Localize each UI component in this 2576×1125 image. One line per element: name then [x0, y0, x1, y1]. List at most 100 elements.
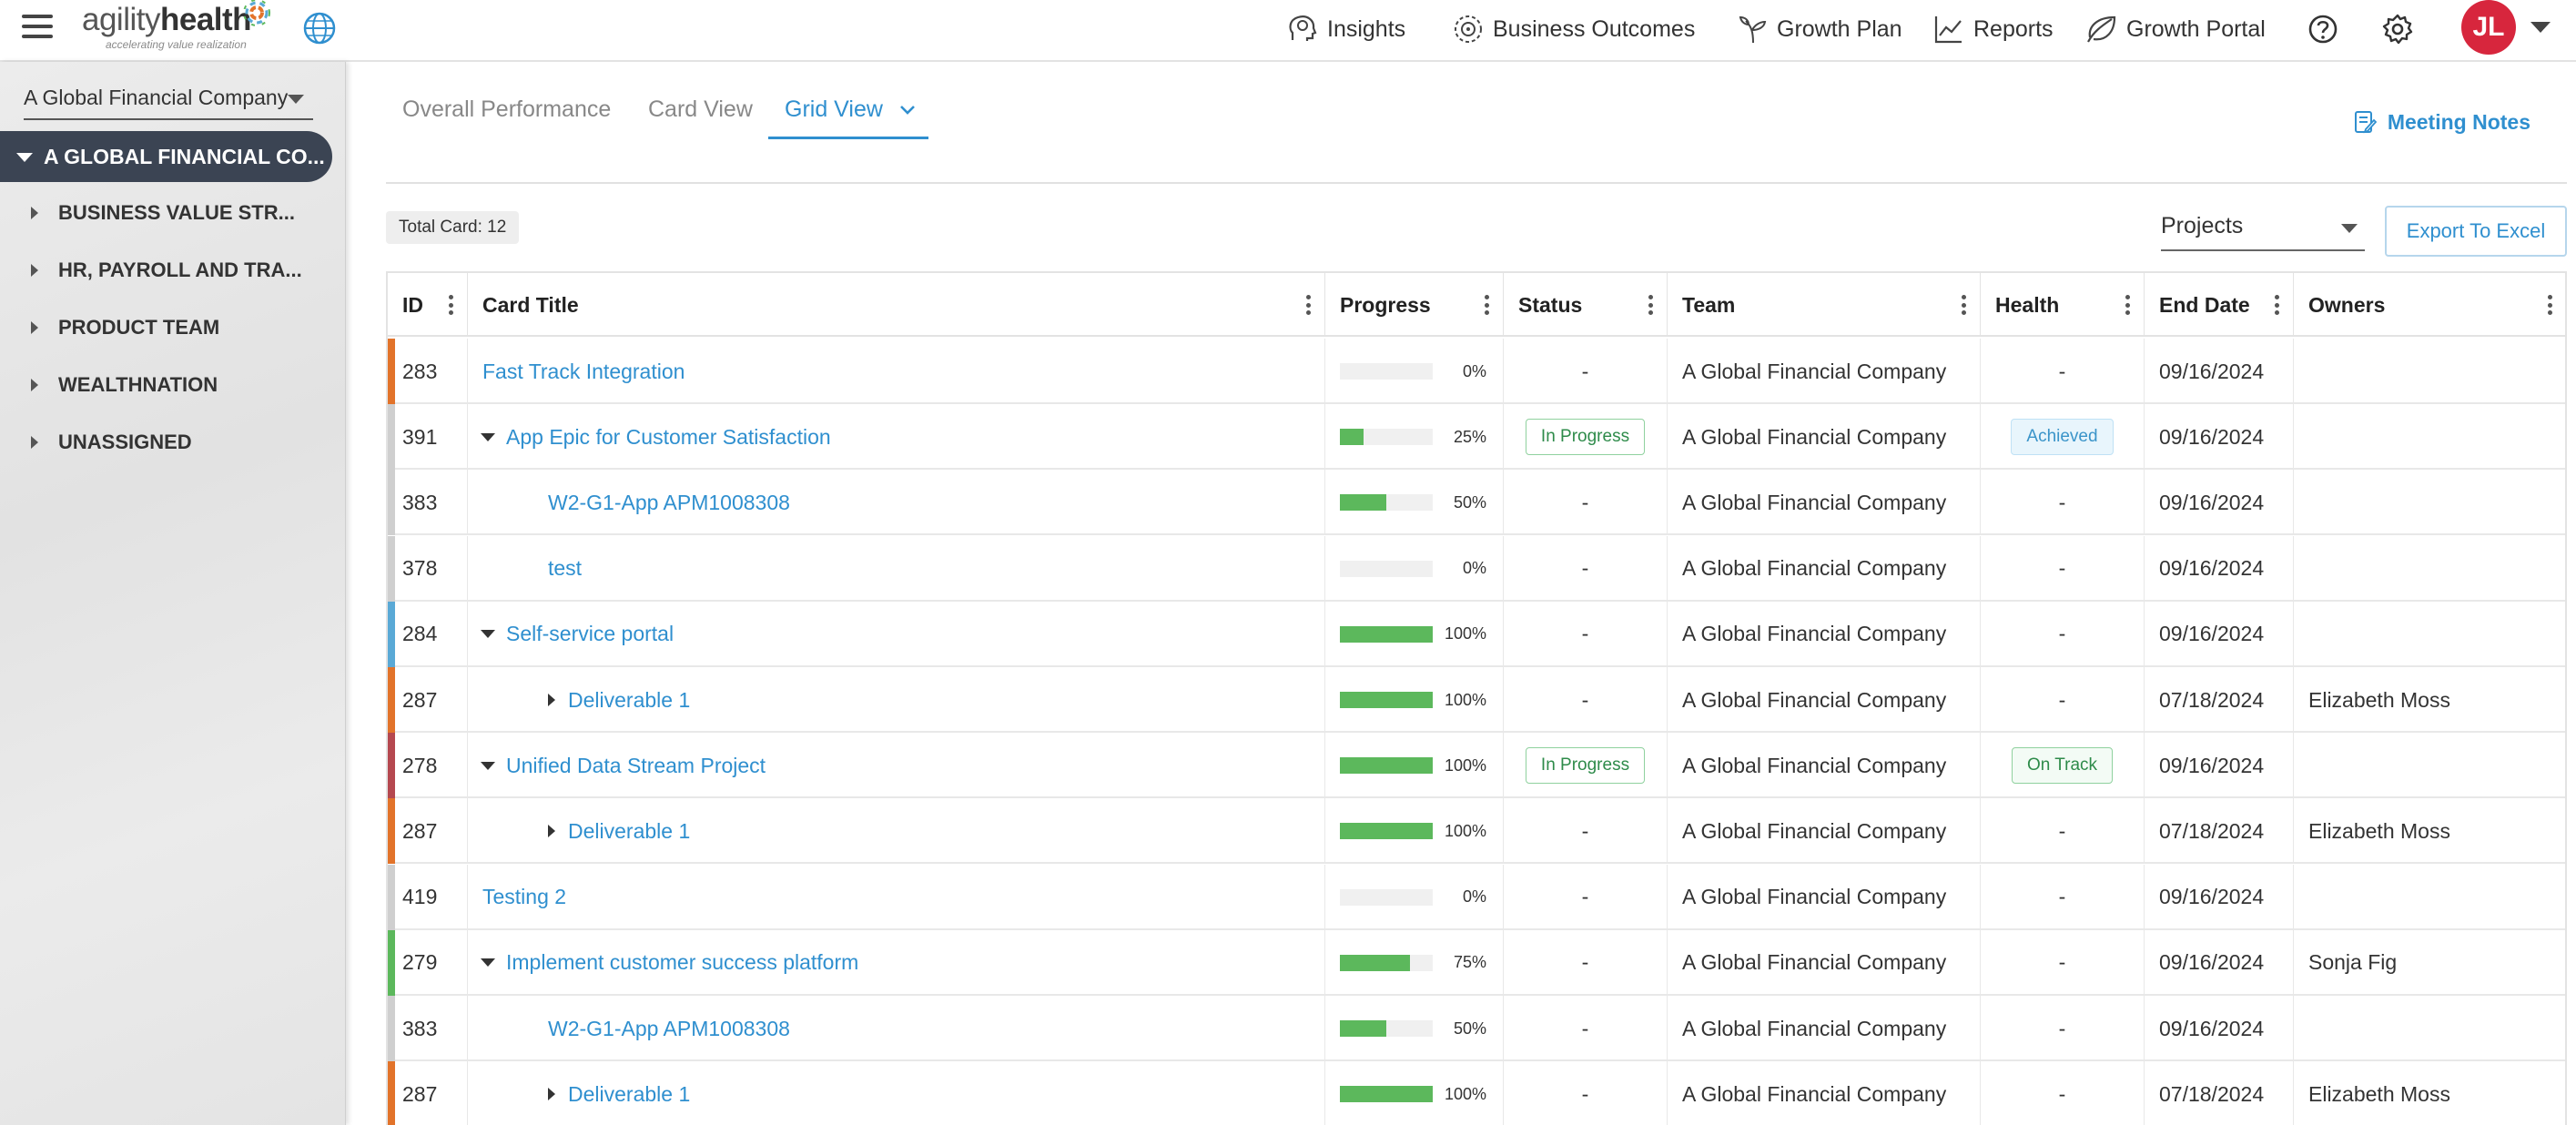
table-row[interactable]: 419 Testing 2 0% - A Global Financial Compan… [388, 864, 2565, 930]
tree-item-business-value-stream[interactable]: BUSINESS VALUE STR... [0, 190, 328, 236]
card-title-link[interactable]: Unified Data Stream Project [506, 754, 766, 778]
column-header-owners[interactable]: Owners [2294, 273, 2565, 337]
nav-growth-plan[interactable]: Growth Plan [1737, 0, 1902, 58]
gear-icon[interactable] [2381, 13, 2414, 46]
card-title-link[interactable]: Deliverable 1 [568, 1082, 690, 1107]
cell-card-title[interactable]: W2-G1-App APM1008308 [468, 470, 1325, 536]
table-row[interactable]: 287 Deliverable 1 100% - A Global Financial … [388, 798, 2565, 865]
collapse-caret-icon[interactable] [481, 761, 495, 770]
progress-bar [1340, 363, 1433, 380]
chevron-down-icon[interactable] [898, 104, 917, 117]
caret-right-icon[interactable] [31, 207, 38, 219]
column-menu-icon[interactable] [2125, 295, 2131, 315]
expand-caret-icon[interactable] [548, 694, 555, 706]
caret-right-icon[interactable] [31, 436, 38, 449]
tree-item-unassigned[interactable]: UNASSIGNED [0, 420, 328, 465]
cell-card-title[interactable]: Fast Track Integration [468, 339, 1325, 404]
card-title-link[interactable]: Deliverable 1 [568, 688, 690, 713]
column-header-progress[interactable]: Progress [1325, 273, 1504, 337]
cell-card-title[interactable]: Deliverable 1 [468, 1061, 1325, 1125]
cell-status: - [1504, 798, 1668, 865]
cell-owners: Elizabeth Moss [2308, 1081, 2450, 1106]
hamburger-menu-icon[interactable] [22, 15, 53, 42]
card-title-link[interactable]: Deliverable 1 [568, 819, 690, 844]
table-row[interactable]: 287 Deliverable 1 100% - A Global Financial … [388, 1061, 2565, 1125]
nav-growth-portal[interactable]: Growth Portal [2084, 0, 2266, 58]
cell-card-title[interactable]: Deliverable 1 [468, 667, 1325, 733]
card-title-link[interactable]: Testing 2 [482, 885, 566, 909]
column-menu-icon[interactable] [449, 295, 454, 315]
cell-progress: 100% [1325, 601, 1504, 667]
cell-owners [2294, 996, 2565, 1061]
tree-root-item[interactable]: A GLOBAL FINANCIAL CO... [0, 131, 332, 182]
column-header-health[interactable]: Health [1981, 273, 2145, 337]
column-menu-icon[interactable] [2548, 295, 2553, 315]
table-row[interactable]: 287 Deliverable 1 100% - A Global Financial … [388, 667, 2565, 733]
cell-card-title[interactable]: Unified Data Stream Project [468, 733, 1325, 799]
cell-card-title[interactable]: Testing 2 [468, 864, 1325, 930]
progress-bar-fill [1340, 625, 1433, 643]
table-row[interactable]: 278 Unified Data Stream Project 100% In Pro… [388, 733, 2565, 799]
cell-card-title[interactable]: Deliverable 1 [468, 798, 1325, 865]
tree-item-hr-payroll[interactable]: HR, PAYROLL AND TRA... [0, 248, 328, 293]
company-select[interactable]: A Global Financial Company [24, 75, 313, 120]
cell-card-title[interactable]: Implement customer success platform [468, 929, 1325, 996]
column-header-team[interactable]: Team [1668, 273, 1981, 337]
column-header-status[interactable]: Status [1504, 273, 1668, 337]
tree-item-wealthnation[interactable]: WEALTHNATION [0, 362, 328, 408]
table-row[interactable]: 383 W2-G1-App APM1008308 50% - A Global Fina… [388, 470, 2565, 536]
nav-business-outcomes[interactable]: Business Outcomes [1453, 0, 1695, 58]
globe-icon[interactable] [302, 11, 337, 46]
column-header-card-title[interactable]: Card Title [468, 273, 1325, 337]
card-title-link[interactable]: Implement customer success platform [506, 950, 858, 975]
tab-card-view[interactable]: Card View [648, 96, 753, 123]
table-row[interactable]: 383 W2-G1-App APM1008308 50% - A Global Fina… [388, 996, 2565, 1061]
column-menu-icon[interactable] [1485, 295, 1490, 315]
progress-bar [1340, 692, 1433, 708]
table-row[interactable]: 391 App Epic for Customer Satisfaction 25%… [388, 404, 2565, 471]
table-row[interactable]: 283 Fast Track Integration 0% - A Global Fin… [388, 339, 2565, 404]
export-to-excel-button[interactable]: Export To Excel [2385, 206, 2567, 257]
projects-select[interactable]: Projects [2161, 206, 2365, 251]
table-row[interactable]: 284 Self-service portal 100% - A Global Fina… [388, 601, 2565, 667]
card-title-link[interactable]: Self-service portal [506, 622, 674, 646]
column-menu-icon[interactable] [1648, 295, 1654, 315]
card-title-link[interactable]: Fast Track Integration [482, 360, 685, 384]
card-title-link[interactable]: test [548, 556, 582, 581]
card-title-link[interactable]: W2-G1-App APM1008308 [548, 491, 790, 515]
cell-card-title[interactable]: test [468, 535, 1325, 602]
column-menu-icon[interactable] [1306, 295, 1312, 315]
cell-card-title[interactable]: Self-service portal [468, 601, 1325, 667]
table-row[interactable]: 378 test 0% - A Global Financial Company - 09/… [388, 535, 2565, 602]
user-menu-caret-icon[interactable] [2530, 22, 2551, 33]
table-row[interactable]: 279 Implement customer success platform 75… [388, 929, 2565, 996]
column-menu-icon[interactable] [1962, 295, 1967, 315]
caret-right-icon[interactable] [31, 379, 38, 391]
caret-down-icon[interactable] [16, 153, 33, 162]
caret-right-icon[interactable] [31, 264, 38, 277]
help-icon[interactable] [2307, 13, 2339, 46]
tree-item-product-team[interactable]: PRODUCT TEAM [0, 305, 328, 350]
collapse-caret-icon[interactable] [481, 630, 495, 639]
card-title-link[interactable]: App Epic for Customer Satisfaction [506, 425, 831, 450]
expand-caret-icon[interactable] [548, 825, 555, 838]
caret-right-icon[interactable] [31, 321, 38, 334]
cell-card-title[interactable]: W2-G1-App APM1008308 [468, 996, 1325, 1061]
tab-overall-performance[interactable]: Overall Performance [402, 96, 611, 123]
column-header-label: Card Title [482, 292, 579, 317]
column-header-end-date[interactable]: End Date [2145, 273, 2294, 337]
agilityhealth-logo[interactable]: agilityhealth accelerating value realiza… [82, 0, 291, 55]
column-header-id[interactable]: ID [388, 273, 468, 337]
collapse-caret-icon[interactable] [481, 432, 495, 441]
collapse-caret-icon[interactable] [481, 958, 495, 968]
user-avatar[interactable]: JL [2461, 0, 2516, 55]
cell-card-title[interactable]: App Epic for Customer Satisfaction [468, 404, 1325, 471]
cell-team: A Global Financial Company [1668, 470, 1981, 536]
card-title-link[interactable]: W2-G1-App APM1008308 [548, 1017, 790, 1041]
nav-reports[interactable]: Reports [1933, 0, 2054, 58]
column-menu-icon[interactable] [2275, 295, 2280, 315]
expand-caret-icon[interactable] [548, 1088, 555, 1101]
tab-grid-view[interactable]: Grid View [785, 96, 917, 123]
nav-insights[interactable]: Insights [1285, 0, 1405, 58]
meeting-notes-link[interactable]: Meeting Notes [2353, 109, 2530, 135]
